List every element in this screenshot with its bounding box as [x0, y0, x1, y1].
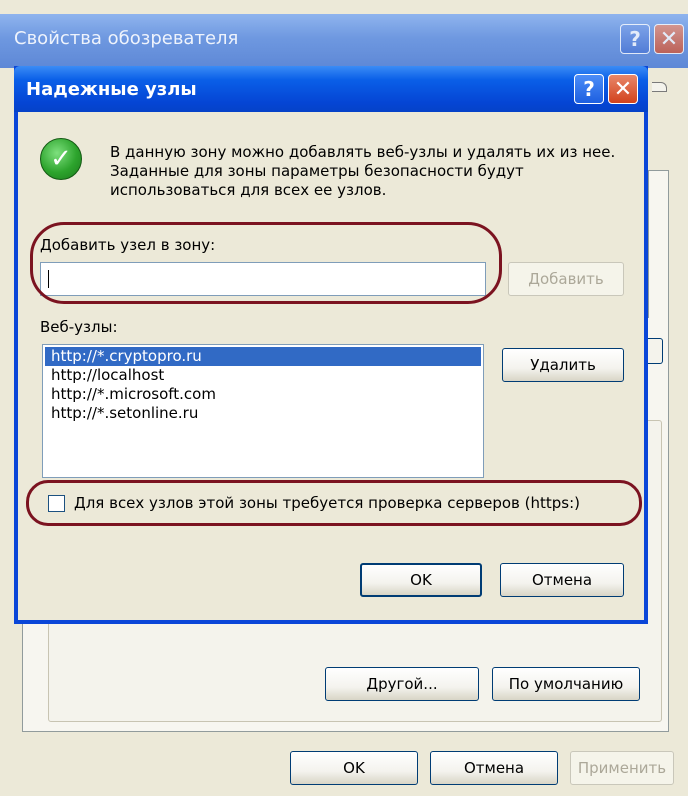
websites-label: Веб-узлы:	[40, 318, 118, 336]
check-shield-icon: ✓	[40, 138, 82, 180]
tab-edge	[652, 82, 667, 92]
require-https-checkbox[interactable]	[48, 495, 65, 512]
trusted-sites-title: Надежные узлы	[26, 79, 197, 100]
default-level-button[interactable]: По умолчанию	[492, 667, 640, 701]
require-https-label[interactable]: Для всех узлов этой зоны требуется прове…	[74, 494, 580, 512]
add-site-button[interactable]: Добавить	[508, 262, 624, 296]
websites-list[interactable]: http://*.cryptopro.ru http://localhost h…	[42, 344, 484, 478]
cancel-button[interactable]: Отмена	[430, 751, 558, 785]
remove-site-button-label: Удалить	[530, 356, 596, 374]
list-item[interactable]: http://localhost	[45, 366, 481, 385]
custom-level-button[interactable]: Другой...	[325, 667, 479, 701]
hidden-button-edge[interactable]	[648, 338, 663, 364]
help-icon[interactable]: ?	[574, 74, 604, 104]
cancel-label: Отмена	[531, 571, 593, 589]
help-icon[interactable]: ?	[620, 24, 650, 54]
ok-button[interactable]: OK	[360, 563, 482, 597]
close-icon[interactable]: ✕	[608, 74, 638, 104]
text-caret	[48, 270, 49, 288]
close-icon[interactable]: ✕	[654, 24, 684, 54]
apply-button[interactable]: Применить	[570, 751, 674, 785]
zone-info-text: В данную зону можно добавлять веб-узлы и…	[110, 143, 616, 199]
list-item[interactable]: http://*.setonline.ru	[45, 404, 481, 423]
cancel-button[interactable]: Отмена	[500, 563, 624, 597]
cancel-label: Отмена	[463, 759, 525, 777]
internet-options-title: Свойства обозревателя	[14, 28, 239, 49]
remove-site-button[interactable]: Удалить	[502, 348, 624, 382]
default-level-label: По умолчанию	[508, 675, 624, 693]
ok-label: OK	[343, 759, 365, 777]
list-item[interactable]: http://*.cryptopro.ru	[45, 347, 481, 366]
list-item[interactable]: http://*.microsoft.com	[45, 385, 481, 404]
add-site-label: Добавить узел в зону:	[40, 236, 216, 254]
panel-edge	[648, 170, 649, 318]
add-site-button-label: Добавить	[528, 270, 604, 288]
custom-level-label: Другой...	[366, 675, 438, 693]
apply-label: Применить	[577, 759, 667, 777]
add-site-input[interactable]	[40, 262, 486, 296]
ok-button[interactable]: OK	[290, 751, 418, 785]
ok-label: OK	[410, 571, 432, 589]
